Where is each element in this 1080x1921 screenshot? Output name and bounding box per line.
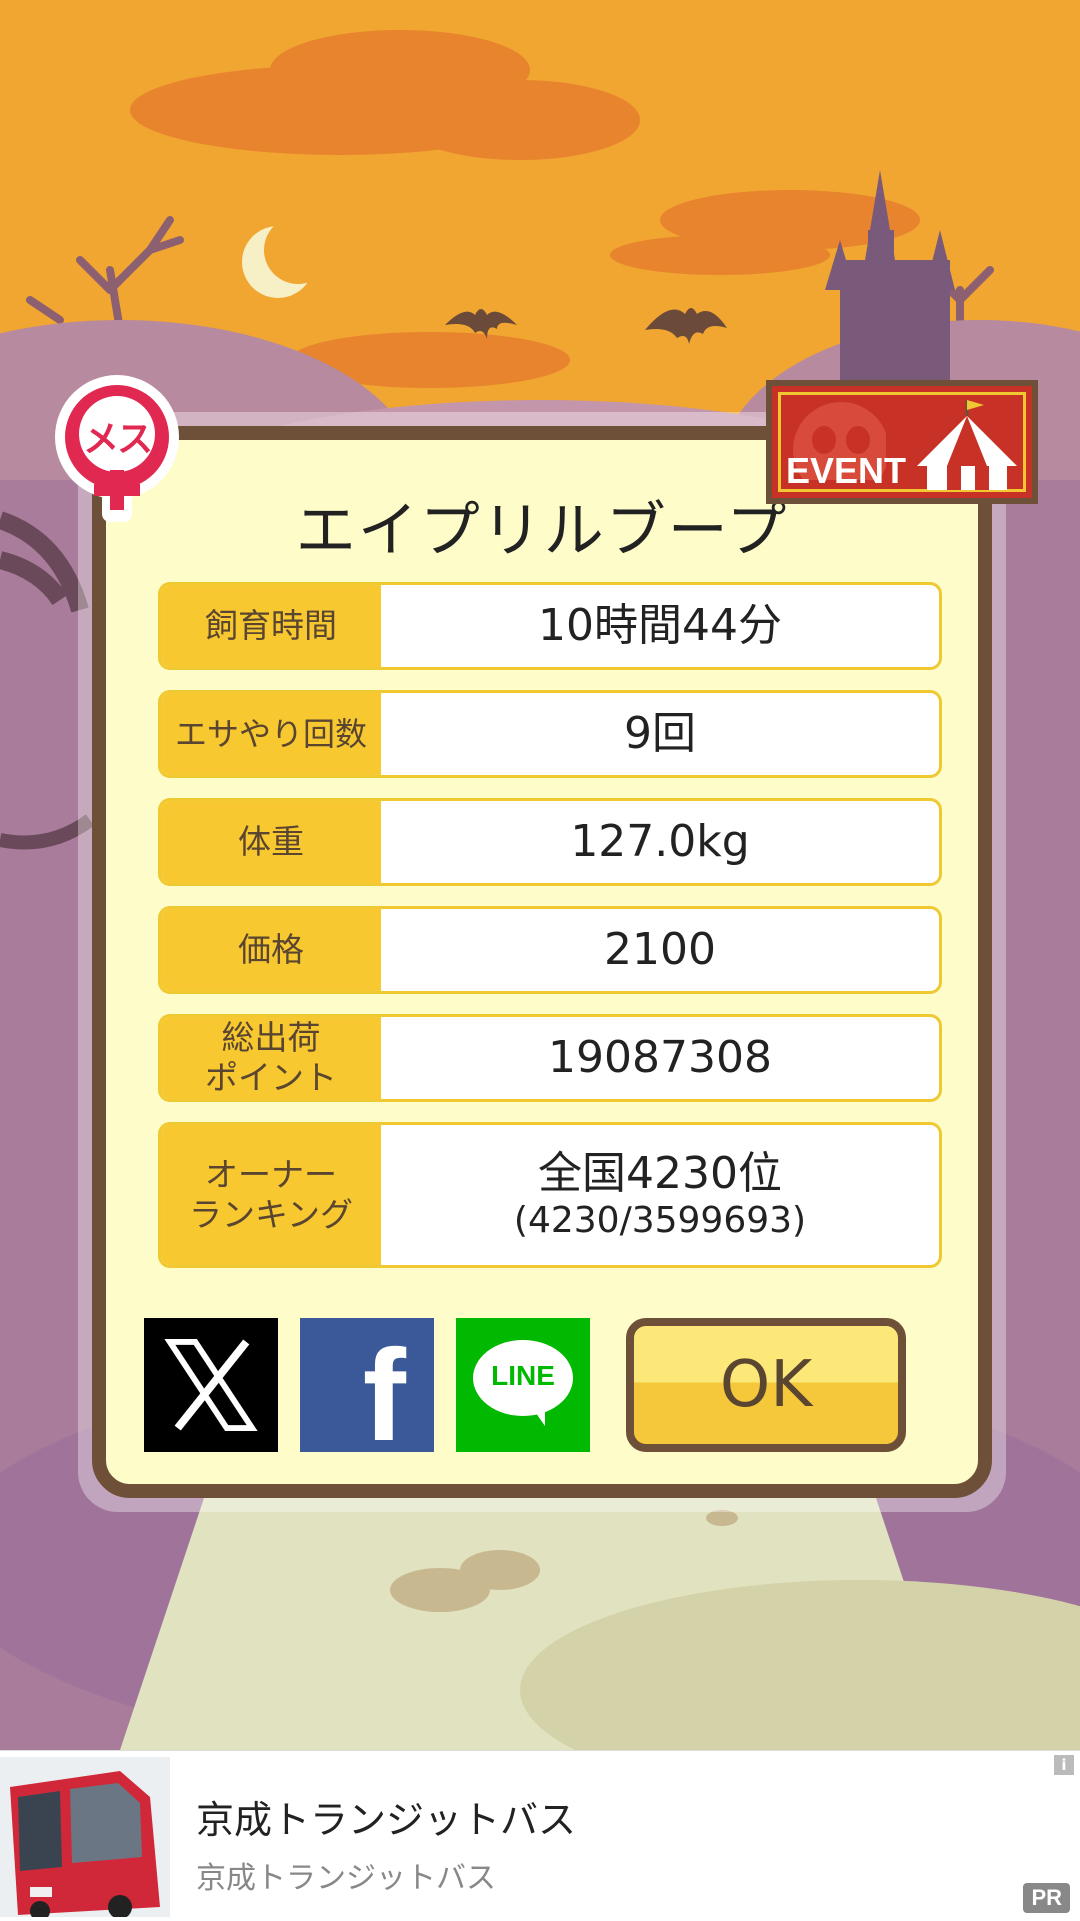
circus-tent-icon <box>917 400 1017 490</box>
stat-value: 19087308 <box>548 1031 772 1083</box>
stat-row-weight: 体重 127.0kg <box>158 798 942 886</box>
stat-label: 飼育時間 <box>161 585 381 667</box>
line-icon: LINE <box>473 1340 573 1430</box>
ranking-value: 全国4230位 <box>538 1148 782 1199</box>
ad-info-icon[interactable]: i <box>1054 1755 1074 1775</box>
ad-pr-badge: PR <box>1023 1883 1070 1913</box>
facebook-icon: f <box>362 1322 406 1469</box>
female-badge-label: メス <box>82 419 153 460</box>
ok-button[interactable]: OK <box>626 1318 906 1452</box>
ranking-detail: (4230/3599693) <box>513 1199 807 1241</box>
stat-row-price: 価格 2100 <box>158 906 942 994</box>
x-icon <box>164 1338 258 1432</box>
bus-ad-image <box>0 1757 170 1917</box>
line-icon-text: LINE <box>491 1360 555 1391</box>
share-facebook-button[interactable]: f <box>300 1318 434 1469</box>
stat-row-raising-time: 飼育時間 10時間44分 <box>158 582 942 670</box>
stat-value: 2100 <box>604 923 716 975</box>
stat-value-group: 全国4230位 (4230/3599693) <box>381 1125 939 1265</box>
stat-label: 総出荷 ポイント <box>161 1017 381 1099</box>
stat-value: 127.0kg <box>570 815 750 867</box>
ad-title: 京成トランジットバス <box>196 1798 577 1842</box>
stat-label: 価格 <box>161 909 381 991</box>
stat-label: エサやり回数 <box>161 693 381 775</box>
stat-row-shipping-points: 総出荷 ポイント 19087308 <box>158 1014 942 1102</box>
female-gender-badge: メス <box>52 372 182 522</box>
event-badge: EVENT <box>766 380 1038 504</box>
stat-value: 10時間44分 <box>538 599 782 651</box>
stat-row-feed-count: エサやり回数 9回 <box>158 690 942 778</box>
result-dialog: エイプリルブープ 飼育時間 10時間44分 エサやり回数 9回 体重 127.0… <box>92 426 992 1498</box>
stat-label: 体重 <box>161 801 381 883</box>
share-line-button[interactable]: LINE <box>456 1318 590 1452</box>
share-x-button[interactable] <box>144 1318 278 1452</box>
stat-value: 9回 <box>624 707 696 759</box>
ok-button-label: OK <box>719 1348 813 1422</box>
stat-row-owner-ranking: オーナー ランキング 全国4230位 (4230/3599693) <box>158 1122 942 1268</box>
event-label: EVENT <box>786 450 907 491</box>
stat-label: オーナー ランキング <box>161 1125 381 1265</box>
ad-advertiser: 京成トランジットバス <box>196 1861 496 1896</box>
ad-banner[interactable]: 京成トランジットバス 京成トランジットバス i PR <box>0 1750 1080 1921</box>
